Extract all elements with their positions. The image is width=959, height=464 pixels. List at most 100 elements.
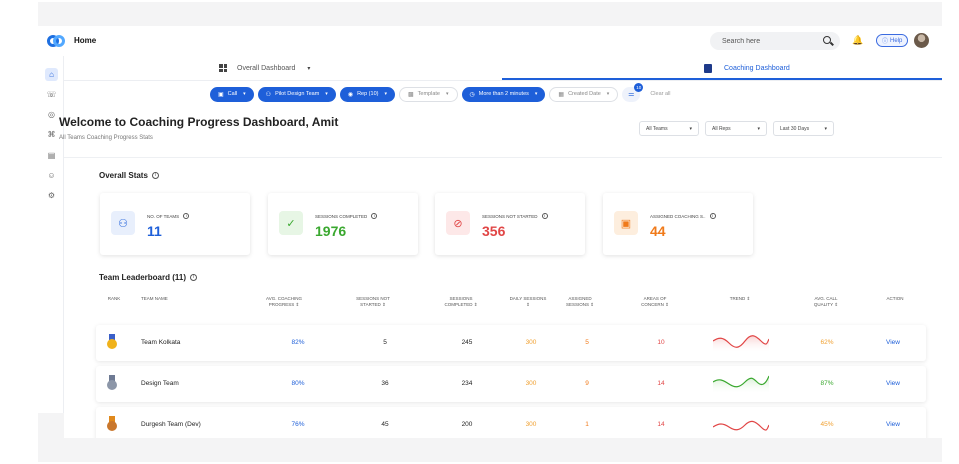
call-filter[interactable]: ▣ Call ▾: [210, 86, 254, 102]
team-icon[interactable]: ☺: [45, 169, 58, 182]
clock-icon: ◷: [469, 91, 475, 98]
team-icon: ⚇: [265, 91, 272, 98]
col-trend-label: Trend: [729, 296, 746, 301]
more-filters-button[interactable]: ⚌ 10: [622, 82, 644, 102]
stat-card-assigned: ▣ Assigned Coaching S.. i 44: [603, 193, 753, 255]
bronze-medal-icon: [106, 416, 118, 433]
stat-card-not-started: ⊘ Sessions Not Started i 356: [435, 193, 585, 255]
rep-filter[interactable]: ◉ Rep (10) ▾: [339, 86, 395, 102]
chevron-down-icon: ▾: [606, 91, 610, 97]
stat-label: Sessions Not Started i: [482, 213, 548, 219]
stat-label-text: Assigned Coaching S..: [650, 213, 706, 219]
completed: 234: [461, 380, 473, 387]
trend-sparkline: [713, 420, 769, 431]
sort-icon: ⇕: [473, 302, 478, 307]
view-link[interactable]: View: [886, 380, 900, 387]
avg-call-quality: 62%: [820, 339, 834, 346]
assigned-sessions: 5: [585, 339, 589, 346]
call-filter-label: Call: [227, 91, 238, 97]
trend-sparkline: [713, 335, 769, 353]
sort-icon: ⇕: [834, 302, 839, 307]
col-quality[interactable]: Avg. Call Quality ⇕: [805, 296, 847, 308]
settings-icon[interactable]: ⚙: [45, 189, 58, 202]
col-avg-progress[interactable]: Avg. Coaching Progress ⇕: [258, 296, 310, 308]
not-started: 45: [381, 421, 389, 428]
chevron-down-icon: ▾: [384, 91, 387, 97]
chevron-down-icon: ▾: [534, 91, 538, 97]
help-icon: ⓘ: [882, 39, 889, 45]
team-filter[interactable]: ⚇ Pilot Design Team ▾: [257, 86, 336, 102]
graduation-icon[interactable]: ⌘: [45, 128, 58, 141]
dashboard-icon: [704, 63, 712, 73]
info-icon[interactable]: i: [183, 213, 190, 219]
template-filter-label: Template: [417, 91, 440, 97]
teams-select[interactable]: All Teams ▾: [639, 121, 699, 136]
top-header: Home 🔔 ⓘ Help: [38, 26, 942, 56]
info-icon[interactable]: i: [190, 274, 197, 281]
avatar[interactable]: [914, 33, 929, 48]
avg-progress: 80%: [291, 380, 305, 387]
help-button[interactable]: ⓘ Help: [876, 34, 909, 47]
stat-value: 11: [147, 223, 162, 239]
target-icon[interactable]: ◎: [45, 108, 58, 121]
col-not-started[interactable]: Sessions Not Started ⇕: [350, 296, 396, 308]
dashboard-tabs: Overall Dashboard ▾ Coaching Dashboard: [64, 56, 942, 81]
created-date-filter[interactable]: ▦ Created Date ▾: [549, 86, 619, 102]
gold-medal-icon: [106, 334, 118, 351]
chevron-down-icon: ▾: [307, 65, 311, 72]
col-action: Action: [886, 296, 904, 301]
period-select-value: Last 30 Days: [780, 125, 810, 132]
tab-overall-label: Overall Dashboard: [237, 64, 296, 72]
sliders-icon: ⚌: [628, 91, 635, 98]
info-icon[interactable]: i: [151, 172, 159, 179]
template-filter[interactable]: ▩ Template ▾: [398, 86, 458, 102]
daily-sessions: 300: [525, 380, 537, 387]
sidebar: ⌂ ☏ ◎ ⌘ ▤ ☺ ⚙: [38, 56, 64, 438]
col-concern-label: Areas of Concern: [641, 296, 667, 307]
search-input[interactable]: [710, 32, 840, 50]
team-name: Team Kolkata: [141, 339, 181, 346]
bottom-bar: [38, 438, 942, 462]
home-icon[interactable]: ⌂: [45, 68, 58, 81]
tab-coaching-dashboard[interactable]: Coaching Dashboard: [704, 56, 790, 80]
col-daily[interactable]: Daily Sessions ⇕: [508, 296, 548, 308]
tab-overall-dashboard[interactable]: Overall Dashboard ▾: [219, 56, 310, 80]
top-strip: [38, 2, 942, 26]
app-logo-icon[interactable]: [47, 35, 65, 47]
col-assigned[interactable]: Assigned Sessions ⇕: [560, 296, 600, 308]
table-row: Team Kolkata 82% 5 245 300 5 10 62% View: [96, 325, 926, 361]
sort-icon: ⇕: [295, 302, 300, 307]
filter-count-badge: 10: [634, 82, 644, 92]
view-link[interactable]: View: [886, 339, 900, 346]
template-icon: ▩: [407, 91, 414, 98]
help-label: Help: [890, 37, 903, 44]
info-icon[interactable]: i: [371, 213, 378, 219]
areas-of-concern: 14: [657, 380, 665, 387]
period-select[interactable]: Last 30 Days ▾: [773, 121, 834, 136]
duration-filter[interactable]: ◷ More than 2 minutes ▾: [461, 86, 546, 102]
search-icon[interactable]: [823, 36, 831, 44]
reps-select[interactable]: All Reps ▾: [705, 121, 767, 136]
teams-select-value: All Teams: [646, 125, 668, 132]
view-link[interactable]: View: [886, 421, 900, 428]
chevron-down-icon: ▾: [689, 125, 692, 132]
chevron-down-icon: ▾: [824, 125, 827, 132]
info-icon[interactable]: i: [709, 213, 716, 219]
library-icon[interactable]: ▤: [45, 149, 58, 162]
completed: 200: [461, 421, 473, 428]
col-concern[interactable]: Areas of Concern ⇕: [634, 296, 676, 308]
bell-icon[interactable]: 🔔: [852, 35, 863, 46]
col-completed[interactable]: Sessions Completed ⇕: [438, 296, 484, 308]
trend-sparkline: [713, 375, 769, 394]
page-title: Home: [74, 36, 97, 45]
avg-progress: 82%: [291, 339, 305, 346]
stat-value: 356: [482, 223, 506, 239]
team-name: Design Team: [141, 380, 179, 387]
col-completed-label: Sessions Completed: [444, 296, 473, 307]
info-icon[interactable]: i: [541, 213, 548, 219]
leaderboard-title: Team Leaderboard (11) i: [99, 273, 197, 282]
clear-all-link[interactable]: Clear all: [650, 91, 670, 97]
chat-icon[interactable]: ☏: [45, 88, 58, 101]
col-trend[interactable]: Trend ⇕: [722, 296, 758, 302]
sort-icon: ⇕: [526, 302, 530, 307]
